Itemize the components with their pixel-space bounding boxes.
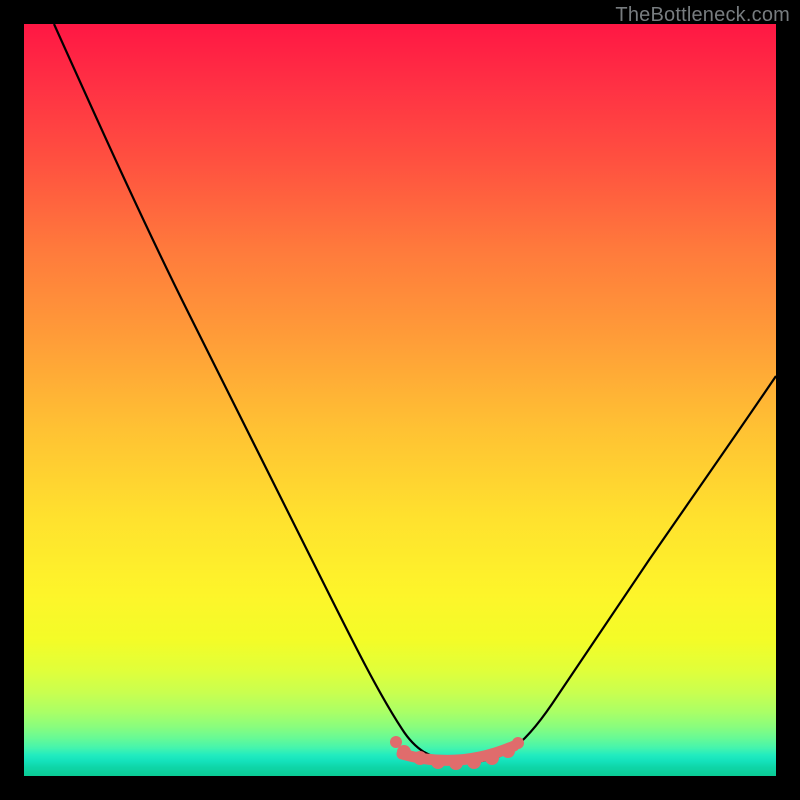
chart-svg <box>24 24 776 776</box>
chart-root: TheBottleneck.com <box>0 0 800 800</box>
plot-area <box>24 24 776 776</box>
bottleneck-curve-line <box>54 24 776 762</box>
watermark-text: TheBottleneck.com <box>615 4 790 27</box>
band-dot-left-1 <box>390 736 402 748</box>
